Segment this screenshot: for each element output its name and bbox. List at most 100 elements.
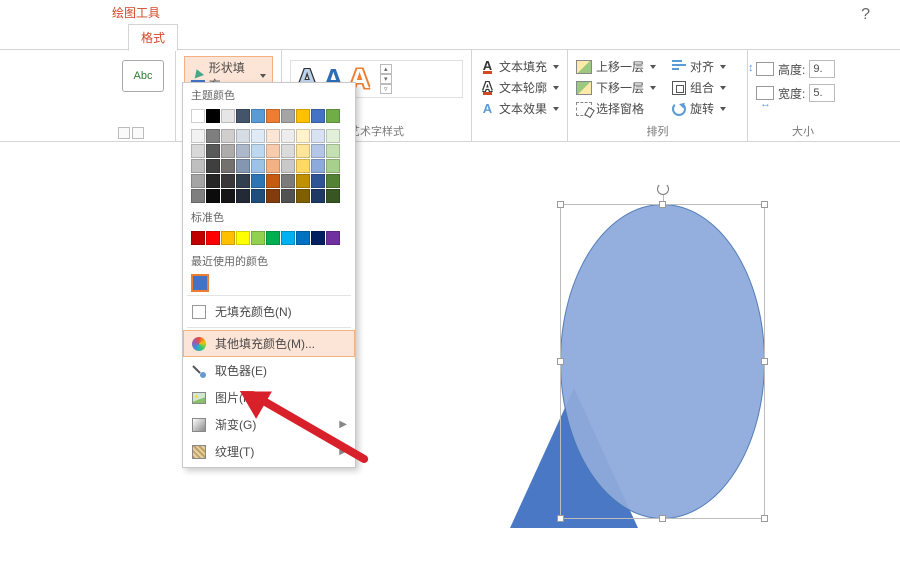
color-swatch[interactable] [191,159,205,173]
gallery-down-icon[interactable] [132,127,144,139]
color-swatch[interactable] [191,174,205,188]
color-swatch[interactable] [221,109,235,123]
color-swatch[interactable] [281,129,295,143]
color-swatch[interactable] [221,174,235,188]
resize-handle-sw[interactable] [557,515,564,522]
tab-format[interactable]: 格式 [128,24,178,51]
color-swatch[interactable] [311,189,325,203]
group-button[interactable]: 组合 [672,79,726,96]
color-swatch[interactable] [191,144,205,158]
align-button[interactable]: 对齐 [672,58,726,75]
color-swatch[interactable] [251,174,265,188]
color-swatch[interactable] [206,231,220,245]
help-icon[interactable]: ? [861,6,870,24]
gallery-expand-icon[interactable]: ▿ [380,84,392,94]
shape-style-preview[interactable]: Abc [122,60,164,92]
text-outline-button[interactable]: A 文本轮廓 [480,79,559,96]
color-swatch[interactable] [311,144,325,158]
color-swatch[interactable] [311,129,325,143]
color-swatch[interactable] [326,159,340,173]
color-swatch[interactable] [281,174,295,188]
resize-handle-ne[interactable] [761,201,768,208]
color-swatch[interactable] [251,109,265,123]
color-swatch[interactable] [326,174,340,188]
color-swatch[interactable] [236,129,250,143]
more-fill-colors-item[interactable]: 其他填充颜色(M)... [183,330,355,357]
color-swatch[interactable] [191,231,205,245]
color-swatch[interactable] [326,189,340,203]
color-swatch[interactable] [221,129,235,143]
color-swatch[interactable] [206,189,220,203]
rotate-handle[interactable] [657,183,669,195]
color-swatch[interactable] [266,189,280,203]
color-swatch[interactable] [311,109,325,123]
color-swatch[interactable] [266,159,280,173]
color-swatch[interactable] [206,144,220,158]
eyedropper-item[interactable]: 取色器(E) [183,357,355,384]
color-swatch[interactable] [281,189,295,203]
color-swatch[interactable] [296,189,310,203]
color-swatch[interactable] [236,231,250,245]
color-swatch[interactable] [221,159,235,173]
height-input[interactable]: 9. [809,60,835,78]
color-swatch[interactable] [221,144,235,158]
color-swatch[interactable] [296,109,310,123]
color-swatch[interactable] [266,109,280,123]
gallery-up-icon[interactable] [118,127,130,139]
color-swatch[interactable] [221,231,235,245]
bring-forward-button[interactable]: 上移一层 [576,58,656,75]
color-swatch[interactable] [236,159,250,173]
color-swatch[interactable] [236,109,250,123]
resize-handle-nw[interactable] [557,201,564,208]
color-swatch[interactable] [266,129,280,143]
document-canvas[interactable] [0,142,900,570]
text-fill-button[interactable]: A 文本填充 [480,58,559,75]
color-swatch[interactable] [326,109,340,123]
color-swatch[interactable] [206,109,220,123]
color-swatch[interactable] [206,129,220,143]
color-swatch[interactable] [311,231,325,245]
color-swatch[interactable] [296,231,310,245]
color-swatch[interactable] [281,109,295,123]
no-fill-item[interactable]: 无填充颜色(N) [183,298,355,325]
color-swatch[interactable] [266,144,280,158]
gallery-scroll-down-icon[interactable]: ▾ [380,74,392,84]
gallery-scroll-up-icon[interactable]: ▴ [380,64,392,74]
resize-handle-n[interactable] [659,201,666,208]
width-input[interactable]: 5. [809,84,835,102]
color-swatch[interactable] [281,144,295,158]
color-swatch[interactable] [221,189,235,203]
color-swatch[interactable] [311,159,325,173]
color-swatch[interactable] [191,189,205,203]
recent-color-swatch[interactable] [191,274,209,292]
color-swatch[interactable] [326,144,340,158]
color-swatch[interactable] [251,129,265,143]
color-swatch[interactable] [251,231,265,245]
color-swatch[interactable] [236,189,250,203]
resize-handle-se[interactable] [761,515,768,522]
color-swatch[interactable] [296,159,310,173]
color-swatch[interactable] [281,159,295,173]
color-swatch[interactable] [236,174,250,188]
color-swatch[interactable] [296,174,310,188]
color-swatch[interactable] [326,231,340,245]
color-swatch[interactable] [311,174,325,188]
selection-pane-button[interactable]: 选择窗格 [576,100,656,117]
resize-handle-s[interactable] [659,515,666,522]
color-swatch[interactable] [206,174,220,188]
color-swatch[interactable] [281,231,295,245]
color-swatch[interactable] [251,159,265,173]
rotate-button[interactable]: 旋转 [672,100,726,117]
color-swatch[interactable] [191,109,205,123]
color-swatch[interactable] [266,174,280,188]
color-swatch[interactable] [191,129,205,143]
color-swatch[interactable] [206,159,220,173]
send-backward-button[interactable]: 下移一层 [576,79,656,96]
color-swatch[interactable] [326,129,340,143]
resize-handle-w[interactable] [557,358,564,365]
color-swatch[interactable] [236,144,250,158]
color-swatch[interactable] [296,129,310,143]
resize-handle-e[interactable] [761,358,768,365]
color-swatch[interactable] [266,231,280,245]
color-swatch[interactable] [251,144,265,158]
